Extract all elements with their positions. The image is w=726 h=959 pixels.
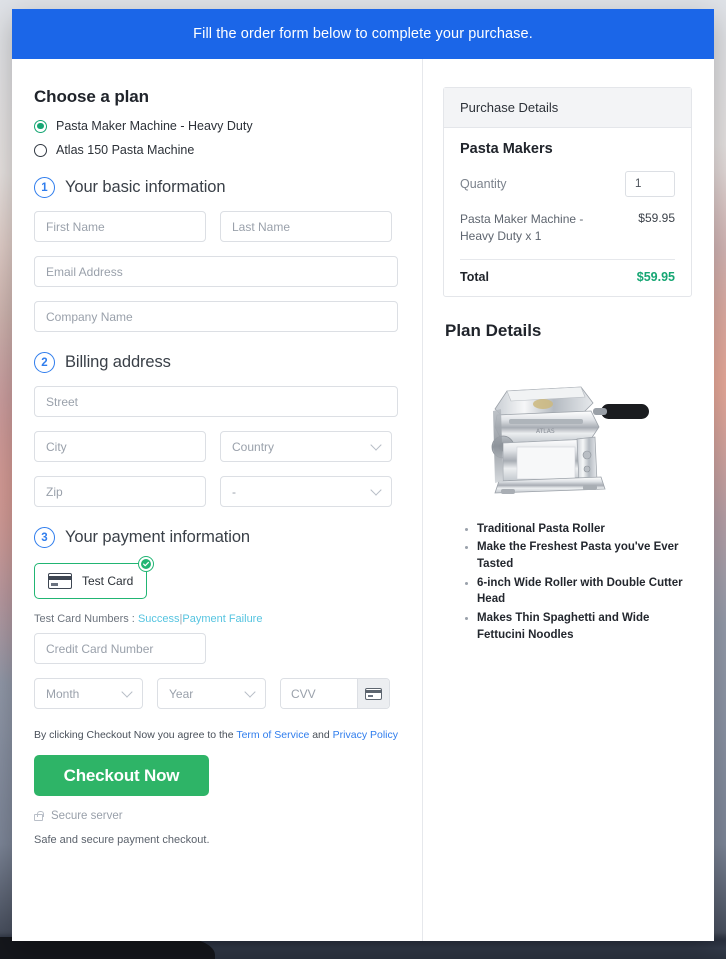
chevron-down-icon <box>370 484 382 496</box>
feature-list: Traditional Pasta Roller Make the Freshe… <box>443 521 692 644</box>
chevron-down-icon <box>244 686 256 698</box>
plan-details-heading: Plan Details <box>445 320 542 340</box>
list-item: Make the Freshest Pasta you've Ever Tast… <box>477 539 692 572</box>
total-value: $59.95 <box>636 269 675 284</box>
credit-card-icon <box>365 687 382 700</box>
country-select-value: Country <box>232 439 275 454</box>
expiry-cvv-row: Month Year <box>34 678 398 709</box>
street-row <box>34 386 398 417</box>
checkout-card: Fill the order form below to complete yo… <box>12 9 714 941</box>
last-name-input[interactable] <box>220 211 392 242</box>
list-item: 6-inch Wide Roller with Double Cutter He… <box>477 575 692 608</box>
city-country-row: Country <box>34 431 398 462</box>
zip-input[interactable] <box>34 476 206 507</box>
purchase-group-title: Pasta Makers <box>460 141 553 157</box>
terms-text: By clicking Checkout Now you agree to th… <box>34 729 398 741</box>
radio-icon-unselected[interactable] <box>34 143 47 157</box>
secure-server-label: Secure server <box>51 810 123 822</box>
credit-card-icon <box>48 573 72 589</box>
divider <box>460 258 675 260</box>
first-name-input[interactable] <box>34 211 206 242</box>
test-card-numbers-prefix: Test Card Numbers : <box>34 613 135 625</box>
line-item-name: Pasta Maker Machine - Heavy Duty x 1 <box>460 212 584 244</box>
banner-text: Fill the order form below to complete yo… <box>193 26 533 42</box>
check-circle-icon <box>138 556 155 572</box>
step-number-badge: 1 <box>34 177 55 198</box>
chevron-down-icon <box>121 686 133 698</box>
company-name-input[interactable] <box>34 301 398 332</box>
state-select-value: - <box>232 484 236 499</box>
step-payment-information: 3 Your payment information <box>34 527 398 548</box>
line-item-price: $59.95 <box>638 211 675 225</box>
choose-a-plan-heading: Choose a plan <box>34 87 149 106</box>
privacy-policy-link[interactable]: Privacy Policy <box>333 729 398 741</box>
step-billing-address: 2 Billing address <box>34 352 398 373</box>
chevron-down-icon <box>370 439 382 451</box>
total-label: Total <box>460 269 489 284</box>
credit-card-number-input[interactable] <box>34 633 206 664</box>
step-title: Your basic information <box>65 178 226 196</box>
quantity-input[interactable] <box>625 171 675 197</box>
year-select[interactable]: Year <box>157 678 266 709</box>
step-basic-information: 1 Your basic information <box>34 177 398 198</box>
cvv-help-button[interactable] <box>357 679 389 708</box>
banner: Fill the order form below to complete yo… <box>12 9 714 59</box>
term-of-service-link[interactable]: Term of Service <box>236 729 309 741</box>
name-row <box>34 211 398 242</box>
cvv-input[interactable] <box>281 679 357 708</box>
plan-option-label: Pasta Maker Machine - Heavy Duty <box>56 119 253 133</box>
test-card-numbers-line: Test Card Numbers : Success|Payment Fail… <box>34 613 398 625</box>
country-select[interactable]: Country <box>220 431 392 462</box>
radio-icon-selected[interactable] <box>34 119 47 133</box>
list-item: Makes Thin Spaghetti and Wide Fettucini … <box>477 610 692 643</box>
credit-card-number-row <box>34 633 398 664</box>
test-card-failure-link[interactable]: Payment Failure <box>182 613 262 625</box>
quantity-label: Quantity <box>460 177 507 191</box>
payment-method-test-card[interactable]: Test Card <box>34 556 155 599</box>
lock-icon <box>34 810 44 821</box>
quantity-row: Quantity <box>460 171 675 197</box>
secure-server-note: Secure server <box>34 810 398 822</box>
order-form-column: Choose a plan Pasta Maker Machine - Heav… <box>12 59 423 941</box>
cvv-field-group <box>280 678 390 709</box>
step-title: Billing address <box>65 353 171 371</box>
plan-option-label: Atlas 150 Pasta Machine <box>56 143 195 157</box>
line-item: Pasta Maker Machine - Heavy Duty x 1 $59… <box>460 211 675 246</box>
month-select[interactable]: Month <box>34 678 143 709</box>
city-input[interactable] <box>34 431 206 462</box>
plan-option-heavy-duty[interactable]: Pasta Maker Machine - Heavy Duty <box>34 119 398 133</box>
email-input[interactable] <box>34 256 398 287</box>
street-input[interactable] <box>34 386 398 417</box>
zip-state-row: - <box>34 476 398 507</box>
summary-column: Purchase Details Pasta Makers Quantity P… <box>423 59 714 941</box>
purchase-details-panel: Purchase Details Pasta Makers Quantity P… <box>443 87 692 297</box>
card-body: Choose a plan Pasta Maker Machine - Heav… <box>12 59 714 941</box>
payment-method-label: Test Card <box>82 574 134 588</box>
terms-middle: and <box>312 729 330 741</box>
email-row <box>34 256 398 287</box>
step-number-badge: 3 <box>34 527 55 548</box>
step-number-badge: 2 <box>34 352 55 373</box>
product-image-pasta-maker: ATLAS <box>491 386 649 494</box>
plan-option-atlas-150[interactable]: Atlas 150 Pasta Machine <box>34 143 398 157</box>
state-select[interactable]: - <box>220 476 392 507</box>
purchase-details-body: Pasta Makers Quantity Pasta Maker Machin… <box>444 128 691 296</box>
step-title: Your payment information <box>65 528 251 546</box>
terms-before: By clicking Checkout Now you agree to th… <box>34 729 234 741</box>
checkout-now-button[interactable]: Checkout Now <box>34 755 209 796</box>
purchase-details-header: Purchase Details <box>444 88 691 128</box>
svg-text:ATLAS: ATLAS <box>536 428 555 435</box>
safe-checkout-note: Safe and secure payment checkout. <box>34 834 210 846</box>
total-row: Total $59.95 <box>460 270 675 284</box>
list-item: Traditional Pasta Roller <box>477 521 692 538</box>
year-select-value: Year <box>169 686 194 701</box>
month-select-value: Month <box>46 686 80 701</box>
company-row <box>34 301 398 332</box>
test-card-success-link[interactable]: Success <box>138 613 180 625</box>
